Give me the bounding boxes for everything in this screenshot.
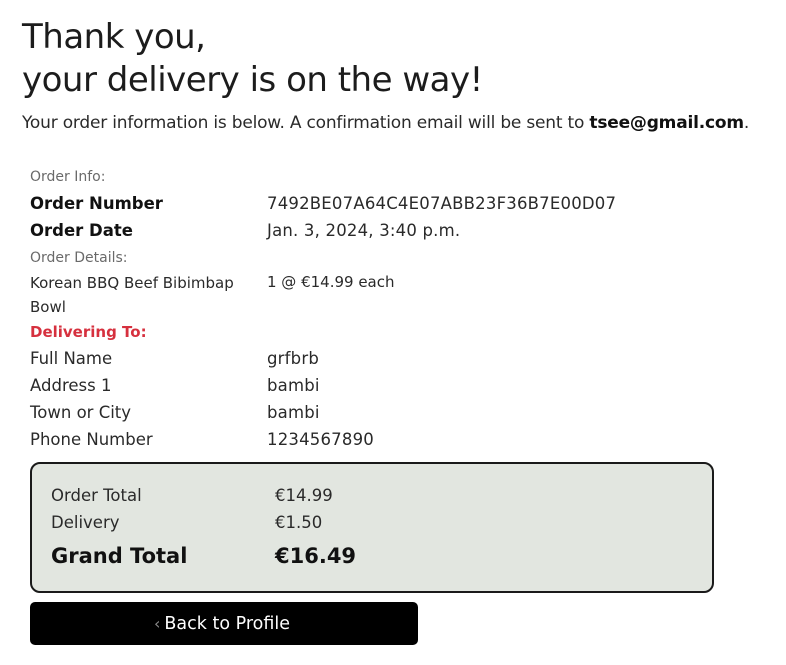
order-number-label: Order Number [30, 194, 163, 213]
address-label: Address 1 [30, 376, 112, 395]
order-total-label: Order Total [51, 486, 142, 505]
intro-suffix: . [743, 113, 750, 133]
item-quantity: 1 @ €14.99 each [267, 273, 395, 291]
full-name-value: grfbrb [267, 349, 319, 368]
grand-total-value: €16.49 [275, 544, 357, 568]
intro-text: Your order information is below. A confi… [22, 113, 749, 133]
phone-label: Phone Number [30, 430, 153, 449]
chevron-left-icon: ‹ [154, 614, 161, 633]
delivery-fee-value: €1.50 [275, 513, 323, 532]
item-name: Korean BBQ Beef Bibimbap Bowl [30, 274, 234, 316]
confirmation-email: tsee@gmail.com [589, 113, 744, 133]
town-label: Town or City [30, 403, 132, 422]
order-total-value: €14.99 [275, 486, 333, 505]
title-line-1: Thank you, [22, 17, 206, 57]
back-to-profile-button[interactable]: ‹ Back to Profile [30, 602, 418, 645]
intro-message: Your order information is below. A confi… [22, 113, 590, 133]
town-value: bambi [267, 403, 320, 422]
delivery-fee-label: Delivery [51, 513, 120, 532]
totals-panel: Order Total €14.99 Delivery €1.50 Grand … [30, 462, 714, 593]
grand-total-label: Grand Total [51, 544, 188, 568]
order-date-value: Jan. 3, 2024, 3:40 p.m. [267, 221, 461, 240]
back-to-profile-label: Back to Profile [164, 613, 290, 634]
page-title: Thank you, your delivery is on the way! [22, 16, 483, 102]
order-info-label: Order Info: [30, 169, 106, 185]
order-date-label: Order Date [30, 221, 133, 240]
delivering-to-label: Delivering To: [30, 323, 147, 341]
phone-value: 1234567890 [267, 430, 374, 449]
order-number-value: 7492BE07A64C4E07ABB23F36B7E00D07 [267, 194, 617, 213]
title-line-2: your delivery is on the way! [22, 60, 483, 100]
address-value: bambi [267, 376, 320, 395]
order-details-label: Order Details: [30, 250, 128, 266]
full-name-label: Full Name [30, 349, 113, 368]
